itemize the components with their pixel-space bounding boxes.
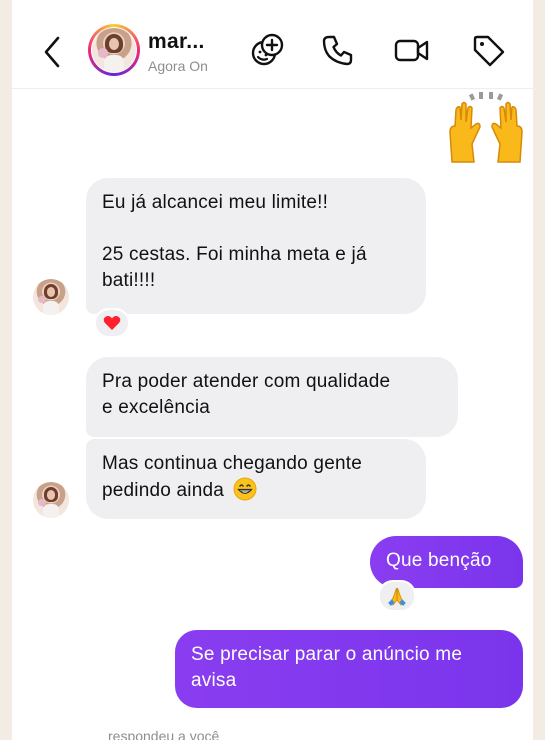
message-line: Que benção [386, 550, 492, 571]
message-line: Eu já alcancei meu limite!! [102, 192, 329, 213]
message-bubble-incoming[interactable]: Eu já alcancei meu limite!! 25 cestas. F… [86, 178, 426, 314]
back-icon[interactable] [40, 34, 64, 70]
contact-name[interactable]: mar... [148, 30, 205, 54]
folded-hands-icon [388, 587, 406, 606]
phone-icon[interactable] [318, 30, 358, 70]
message-bubble-incoming[interactable]: Pra poder atender com qualidade e excelê… [86, 357, 458, 437]
message-bubble-outgoing[interactable]: Se precisar parar o anúncio me avisa [175, 630, 523, 708]
heart-reaction[interactable] [94, 308, 130, 338]
raising-hands-emoji[interactable] [446, 92, 526, 164]
video-icon[interactable] [391, 30, 431, 70]
chat-screen: mar... Agora On Eu já alcancei meu limit… [12, 0, 533, 740]
contact-avatar[interactable] [88, 24, 140, 76]
contact-status: Agora On [148, 58, 208, 74]
message-line: 25 cestas. Foi minha meta e já [102, 244, 367, 265]
message-line-with-emoji: pedindo ainda [102, 477, 410, 504]
message-line: e excelência [102, 397, 211, 418]
message-line: bati!!!! [102, 270, 156, 291]
grinning-face-icon [233, 477, 257, 501]
message-line: Pra poder atender com qualidade [102, 371, 391, 392]
message-line: Se precisar parar o anúncio me [191, 644, 463, 665]
message-line: Mas continua chegando gente [102, 453, 362, 474]
heart-icon [103, 316, 121, 330]
sender-avatar[interactable] [33, 482, 69, 518]
message-bubble-incoming[interactable]: Mas continua chegando gente pedindo aind… [86, 439, 426, 519]
reply-note: respondeu a você [108, 728, 220, 740]
chat-header: mar... Agora On [12, 0, 533, 89]
folded-hands-reaction[interactable] [378, 580, 416, 612]
avatar [92, 28, 136, 72]
sticker-add-icon[interactable] [247, 30, 287, 70]
message-line: avisa [191, 670, 237, 691]
tag-icon[interactable] [468, 30, 508, 70]
message-line: pedindo ainda [102, 480, 224, 501]
sender-avatar[interactable] [33, 279, 69, 315]
